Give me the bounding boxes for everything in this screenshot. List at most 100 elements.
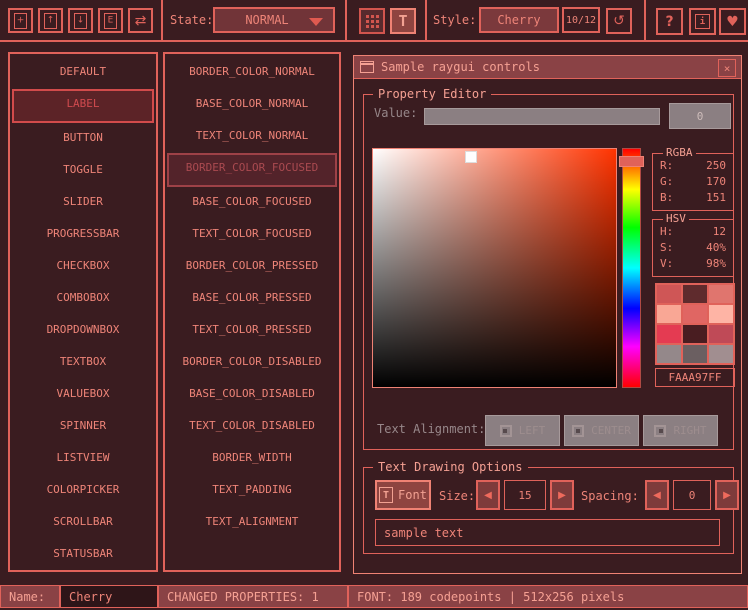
list-item[interactable]: BUTTON xyxy=(12,123,154,155)
list-item[interactable]: BASE_COLOR_PRESSED xyxy=(167,283,337,315)
list-item[interactable]: TOGGLE xyxy=(12,155,154,187)
list-item[interactable]: BORDER_COLOR_NORMAL xyxy=(167,57,337,89)
random-style-button[interactable]: ⇄ xyxy=(128,8,153,33)
palette-swatch[interactable] xyxy=(657,325,681,343)
rgba-title: RGBA xyxy=(663,146,696,159)
value-box[interactable]: 0 xyxy=(669,103,731,129)
heart-icon: ♥ xyxy=(726,15,739,29)
open-file-icon: ↑ xyxy=(44,13,57,29)
state-dropdown[interactable]: NORMAL xyxy=(213,7,335,33)
text-icon: T xyxy=(379,487,393,503)
hex-value-box[interactable]: FAAA97FF xyxy=(655,368,735,387)
palette-swatch[interactable] xyxy=(709,285,733,303)
size-decrease-button[interactable]: ◀ xyxy=(476,480,500,510)
palette-swatch[interactable] xyxy=(657,305,681,323)
window-titlebar[interactable]: Sample raygui controls × xyxy=(354,56,741,79)
list-item[interactable]: LABEL xyxy=(12,89,154,123)
new-file-button[interactable]: + xyxy=(8,8,33,33)
font-button-label: Font xyxy=(398,488,427,502)
size-increase-button[interactable]: ▶ xyxy=(550,480,574,510)
size-value-box[interactable]: 15 xyxy=(504,480,546,510)
list-item[interactable]: SLIDER xyxy=(12,187,154,219)
value-row-value: 12 xyxy=(713,224,726,240)
toolbar-separator xyxy=(425,0,427,41)
list-item[interactable]: BASE_COLOR_DISABLED xyxy=(167,379,337,411)
value-row-label: R: xyxy=(660,158,673,174)
align-center-button[interactable]: CENTER xyxy=(564,415,639,446)
font-editor-button[interactable]: T xyxy=(390,8,416,34)
color-picker-panel[interactable] xyxy=(372,148,617,388)
list-item[interactable]: TEXT_ALIGNMENT xyxy=(167,507,337,539)
value-row: B:151 xyxy=(653,190,733,206)
style-selector-button[interactable]: Cherry xyxy=(479,7,559,33)
list-item[interactable]: TEXTBOX xyxy=(12,347,154,379)
list-item[interactable]: DROPDOWNBOX xyxy=(12,315,154,347)
style-name-value: Cherry xyxy=(69,590,112,604)
palette-swatch[interactable] xyxy=(683,325,707,343)
palette-swatch[interactable] xyxy=(683,285,707,303)
about-button[interactable]: i xyxy=(689,8,716,35)
list-item[interactable]: BORDER_COLOR_DISABLED xyxy=(167,347,337,379)
export-file-button[interactable]: E xyxy=(98,8,123,33)
list-item[interactable]: COMBOBOX xyxy=(12,283,154,315)
list-item[interactable]: TEXT_PADDING xyxy=(167,475,337,507)
style-name-input[interactable]: Cherry xyxy=(60,585,158,608)
list-item[interactable]: STATUSBAR xyxy=(12,539,154,571)
style-selector-value: Cherry xyxy=(497,13,540,27)
value-row: V:98% xyxy=(653,256,733,272)
font-button[interactable]: T Font xyxy=(375,480,431,510)
spacing-label: Spacing: xyxy=(581,489,639,503)
palette-swatch[interactable] xyxy=(683,305,707,323)
spacing-increase-button[interactable]: ▶ xyxy=(715,480,739,510)
text-drawing-group: Text Drawing Options T Font Size: ◀ 15 ▶… xyxy=(363,467,734,554)
value-slider[interactable] xyxy=(424,108,660,125)
style-table-button[interactable] xyxy=(359,8,385,34)
open-file-button[interactable]: ↑ xyxy=(38,8,63,33)
palette-swatch[interactable] xyxy=(709,325,733,343)
spacing-decrease-button[interactable]: ◀ xyxy=(645,480,669,510)
list-item[interactable]: TEXT_COLOR_DISABLED xyxy=(167,411,337,443)
list-item[interactable]: BORDER_COLOR_PRESSED xyxy=(167,251,337,283)
help-button[interactable]: ? xyxy=(656,8,683,35)
hue-bar[interactable] xyxy=(622,148,641,388)
changed-properties-text: CHANGED PROPERTIES: 1 xyxy=(167,590,319,604)
palette-swatch[interactable] xyxy=(709,345,733,363)
palette-swatch[interactable] xyxy=(709,305,733,323)
list-item[interactable]: PROGRESSBAR xyxy=(12,219,154,251)
spacing-value-box[interactable]: 0 xyxy=(673,480,711,510)
style-counter-value: 10/12 xyxy=(566,15,596,26)
list-item[interactable]: VALUEBOX xyxy=(12,379,154,411)
align-left-button[interactable]: LEFT xyxy=(485,415,560,446)
text-alignment-label: Text Alignment: xyxy=(377,422,485,436)
sponsor-button[interactable]: ♥ xyxy=(719,8,746,35)
info-icon: i xyxy=(695,14,710,29)
close-icon[interactable]: × xyxy=(718,59,736,77)
list-item[interactable]: BASE_COLOR_FOCUSED xyxy=(167,187,337,219)
sample-text-input[interactable]: sample text xyxy=(375,519,720,546)
left-arrow-icon: ◀ xyxy=(653,490,661,501)
list-item[interactable]: DEFAULT xyxy=(12,57,154,89)
text-alignment-buttons: LEFTCENTERRIGHT xyxy=(485,415,718,446)
list-item[interactable]: TEXT_COLOR_NORMAL xyxy=(167,121,337,153)
list-item[interactable]: BORDER_WIDTH xyxy=(167,443,337,475)
palette-swatch[interactable] xyxy=(657,285,681,303)
list-item[interactable]: SCROLLBAR xyxy=(12,507,154,539)
reload-style-button[interactable]: ↺ xyxy=(606,8,632,34)
toolbar-divider xyxy=(0,40,748,42)
list-item[interactable]: SPINNER xyxy=(12,411,154,443)
color-picker-cursor[interactable] xyxy=(465,151,477,163)
list-item[interactable]: CHECKBOX xyxy=(12,251,154,283)
align-right-button[interactable]: RIGHT xyxy=(643,415,718,446)
style-label: Style: xyxy=(433,13,476,27)
text-icon: T xyxy=(398,12,407,30)
palette-swatch[interactable] xyxy=(683,345,707,363)
list-item[interactable]: COLORPICKER xyxy=(12,475,154,507)
hue-slider-handle[interactable] xyxy=(619,156,644,167)
save-file-button[interactable]: ↓ xyxy=(68,8,93,33)
list-item[interactable]: BASE_COLOR_NORMAL xyxy=(167,89,337,121)
list-item[interactable]: TEXT_COLOR_FOCUSED xyxy=(167,219,337,251)
list-item[interactable]: BORDER_COLOR_FOCUSED xyxy=(167,153,337,187)
list-item[interactable]: LISTVIEW xyxy=(12,443,154,475)
list-item[interactable]: TEXT_COLOR_PRESSED xyxy=(167,315,337,347)
palette-swatch[interactable] xyxy=(657,345,681,363)
